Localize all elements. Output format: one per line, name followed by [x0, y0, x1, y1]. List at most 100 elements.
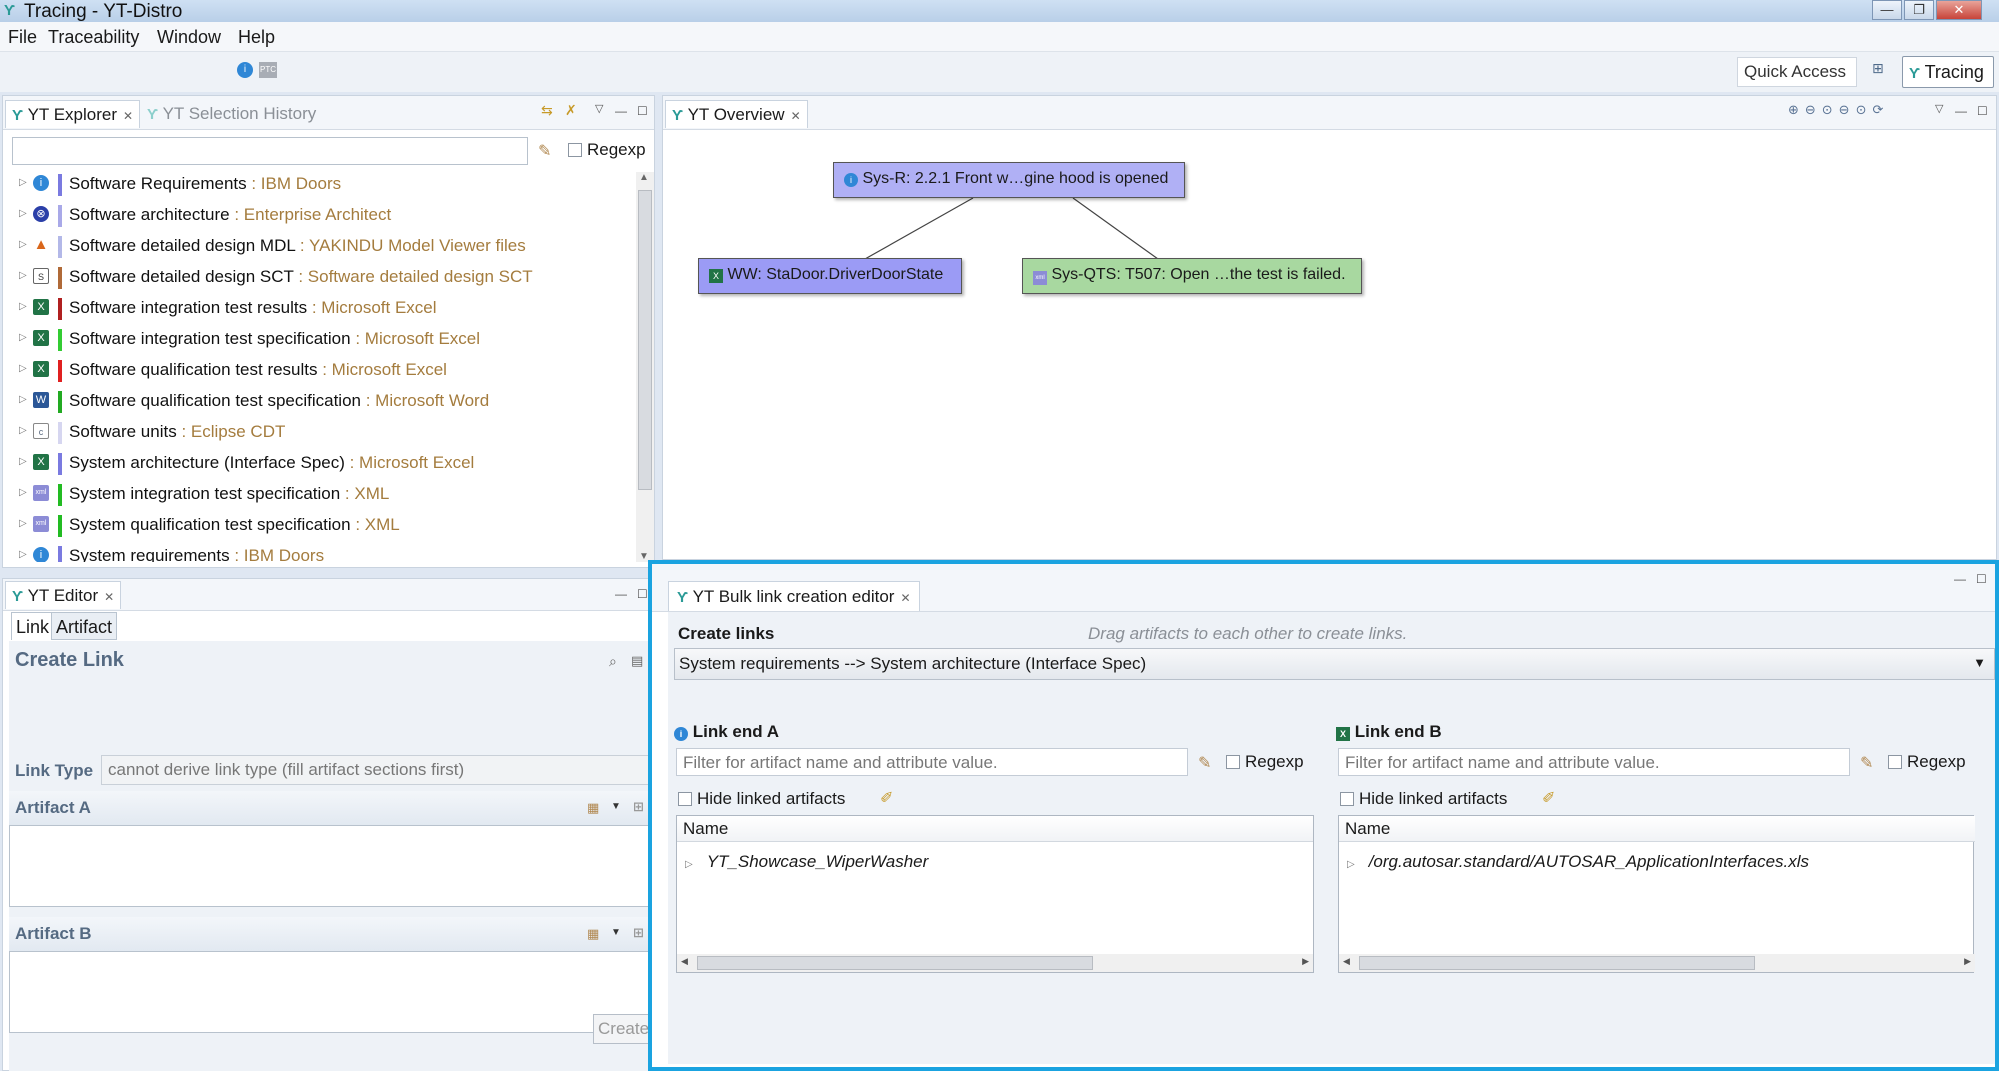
node-ww[interactable]: X WW: StaDoor.DriverDoorState: [698, 258, 962, 294]
tab-yt-explorer[interactable]: ƳYT Explorer✕: [5, 100, 140, 128]
expand-icon[interactable]: ▷: [19, 363, 27, 374]
chevron-down-icon[interactable]: ▼: [1973, 655, 1986, 670]
expand-icon[interactable]: ▷: [19, 332, 27, 343]
name-column-header[interactable]: Name: [677, 816, 1313, 842]
node-sys-r[interactable]: i Sys-R: 2.2.1 Front w…gine hood is open…: [833, 162, 1185, 198]
save-icon[interactable]: ▤: [631, 653, 643, 669]
link-mapping-select[interactable]: System requirements --> System architect…: [674, 648, 1995, 680]
menu-traceability[interactable]: Traceability: [48, 27, 139, 48]
expand-icon[interactable]: ▷: [19, 425, 27, 436]
minimize-view-icon[interactable]: —: [615, 104, 627, 118]
end-b-filter-input[interactable]: Filter for artifact name and attribute v…: [1338, 748, 1850, 776]
tree-item[interactable]: ▷ i System requirements : IBM Doors: [13, 544, 633, 562]
tree-item[interactable]: ▷ xml System integration test specificat…: [13, 482, 633, 508]
tree-item[interactable]: ▷ X Software integration test results : …: [13, 296, 633, 322]
regexp-checkbox[interactable]: [1888, 755, 1902, 769]
scrollbar-thumb[interactable]: [1359, 956, 1755, 970]
link-with-editor-icon[interactable]: ⇆: [541, 102, 553, 119]
explorer-scrollbar[interactable]: ▲ ▼: [636, 172, 654, 562]
pencil-icon[interactable]: ✐: [1542, 788, 1555, 808]
open-perspective-icon[interactable]: ⊞: [1872, 60, 1894, 82]
view-menu-icon[interactable]: ▽: [595, 102, 603, 115]
expand-icon[interactable]: ▷: [685, 859, 693, 870]
hide-linked-checkbox[interactable]: [678, 792, 692, 806]
scrollbar-thumb[interactable]: [697, 956, 1093, 970]
close-button[interactable]: ✕: [1936, 0, 1982, 20]
scroll-up-icon[interactable]: ▲: [639, 172, 649, 183]
tree-item[interactable]: ▷ c Software units : Eclipse CDT: [13, 420, 633, 446]
scrollbar-thumb[interactable]: [638, 190, 652, 490]
subtab-artifact[interactable]: Artifact: [51, 612, 117, 640]
horizontal-scrollbar[interactable]: ◀ ▶: [1339, 954, 1975, 972]
quick-access-field[interactable]: Quick Access: [1737, 57, 1857, 87]
tree-item[interactable]: ▷ ▲ Software detailed design MDL : YAKIN…: [13, 234, 633, 260]
close-tab-icon[interactable]: ✕: [104, 590, 114, 604]
expand-icon[interactable]: ▷: [19, 301, 27, 312]
node-sys-qts[interactable]: xml Sys-QTS: T507: Open …the test is fai…: [1022, 258, 1362, 294]
expand-icon[interactable]: ▷: [19, 239, 27, 250]
minimize-view-icon[interactable]: —: [615, 587, 627, 601]
tree-item[interactable]: ▷ X System architecture (Interface Spec)…: [13, 451, 633, 477]
expand-icon[interactable]: ▷: [19, 456, 27, 467]
end-a-filter-input[interactable]: Filter for artifact name and attribute v…: [676, 748, 1188, 776]
maximize-view-icon[interactable]: ☐: [637, 587, 648, 601]
scroll-left-icon[interactable]: ◀: [681, 956, 688, 967]
tab-bulk-link-editor[interactable]: ƳYT Bulk link creation editor✕: [668, 581, 920, 611]
subtab-link[interactable]: Link: [11, 612, 54, 640]
tree-item[interactable]: ▷ X Software integration test specificat…: [13, 327, 633, 353]
name-column-header[interactable]: Name: [1339, 816, 1975, 842]
expand-icon[interactable]: ▷: [19, 270, 27, 281]
expand-icon[interactable]: ▷: [19, 177, 27, 188]
paste-icon[interactable]: ▦: [587, 800, 599, 816]
select-icon[interactable]: ⊞: [633, 925, 644, 941]
expand-icon[interactable]: ▷: [19, 487, 27, 498]
tree-item[interactable]: ▷ S Software detailed design SCT : Softw…: [13, 265, 633, 291]
menu-file[interactable]: File: [8, 27, 37, 48]
create-button[interactable]: Create: [593, 1014, 653, 1044]
doors-toolbar-icon[interactable]: i: [237, 62, 253, 78]
scroll-right-icon[interactable]: ▶: [1302, 956, 1309, 967]
menu-help[interactable]: Help: [238, 27, 275, 48]
expand-icon[interactable]: ▷: [19, 208, 27, 219]
clear-filter-icon[interactable]: ✎: [1860, 753, 1873, 773]
maximize-view-icon[interactable]: ☐: [637, 104, 648, 118]
regexp-checkbox[interactable]: [568, 143, 582, 157]
link-type-select[interactable]: cannot derive link type (fill artifact s…: [101, 755, 654, 785]
paste-icon[interactable]: ▦: [587, 926, 599, 942]
pencil-icon[interactable]: ✐: [880, 788, 893, 808]
clear-filter-icon[interactable]: ✎: [1198, 753, 1211, 773]
close-tab-icon[interactable]: ✕: [123, 109, 133, 123]
tab-yt-selection-history[interactable]: ƳYT Selection History: [141, 100, 322, 128]
close-tab-icon[interactable]: ✕: [900, 591, 910, 605]
maximize-view-icon[interactable]: ☐: [1976, 572, 1987, 586]
minimize-view-icon[interactable]: —: [1954, 572, 1966, 586]
minimize-button[interactable]: —: [1872, 0, 1902, 20]
ptc-toolbar-icon[interactable]: PTC: [259, 62, 277, 78]
tree-item[interactable]: ▷ W Software qualification test specific…: [13, 389, 633, 415]
scroll-right-icon[interactable]: ▶: [1964, 956, 1971, 967]
hide-linked-checkbox[interactable]: [1340, 792, 1354, 806]
table-row[interactable]: ▷YT_Showcase_WiperWasher: [685, 852, 928, 872]
tree-item[interactable]: ▷ i Software Requirements : IBM Doors: [13, 172, 633, 198]
menu-window[interactable]: Window: [157, 27, 221, 48]
collapse-all-icon[interactable]: ✗: [565, 102, 577, 119]
tab-yt-editor[interactable]: ƳYT Editor✕: [5, 581, 121, 609]
artifact-a-box[interactable]: [9, 825, 654, 907]
table-row[interactable]: ▷/org.autosar.standard/AUTOSAR_Applicati…: [1347, 852, 1809, 872]
expand-icon[interactable]: ▷: [19, 518, 27, 529]
regexp-checkbox[interactable]: [1226, 755, 1240, 769]
select-icon[interactable]: ⊞: [633, 799, 644, 815]
dropdown-icon[interactable]: ▼: [611, 927, 621, 938]
expand-icon[interactable]: ▷: [19, 549, 27, 560]
tree-item[interactable]: ▷ xml System qualification test specific…: [13, 513, 633, 539]
horizontal-scrollbar[interactable]: ◀ ▶: [677, 954, 1313, 972]
expand-icon[interactable]: ▷: [19, 394, 27, 405]
explorer-filter-input[interactable]: [12, 137, 528, 165]
dropdown-icon[interactable]: ▼: [611, 801, 621, 812]
clear-filter-icon[interactable]: ✎: [538, 141, 551, 161]
artifact-b-box[interactable]: [9, 951, 654, 1033]
expand-icon[interactable]: ▷: [1347, 859, 1355, 870]
search-icon[interactable]: ⌕: [609, 653, 617, 670]
tree-item[interactable]: ▷ X Software qualification test results …: [13, 358, 633, 384]
scroll-left-icon[interactable]: ◀: [1343, 956, 1350, 967]
